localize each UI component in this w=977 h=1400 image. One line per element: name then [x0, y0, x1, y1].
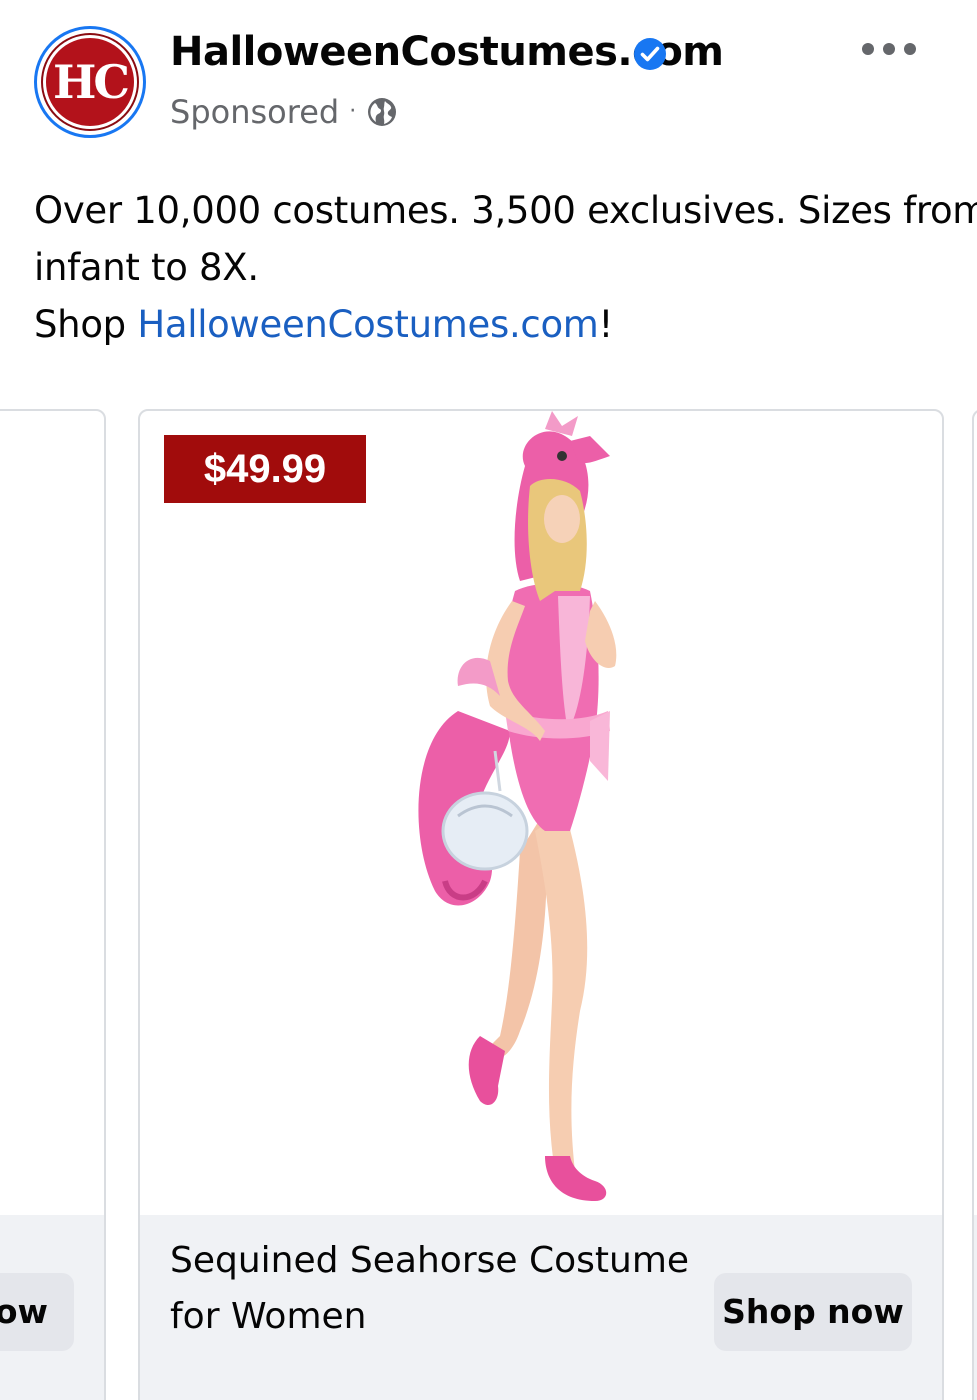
post-text-suffix: !: [598, 303, 614, 346]
more-options-icon[interactable]: [862, 38, 916, 60]
post-text-shop-prefix: Shop: [34, 303, 138, 346]
meta-separator: ·: [349, 99, 357, 124]
verified-badge-icon: [634, 38, 666, 70]
post-text-line-2: infant to 8X.: [34, 246, 259, 289]
carousel-card-previous[interactable]: now: [0, 409, 106, 1400]
post-meta: Sponsored ·: [170, 92, 398, 132]
product-title-line-2: for Women: [170, 1296, 367, 1337]
post-text-line-1: Over 10,000 costumes. 3,500 exclusives. …: [34, 189, 977, 232]
avatar-logo: HC: [43, 35, 137, 129]
post-website-link[interactable]: HalloweenCostumes.com: [137, 303, 599, 346]
more-dot: [862, 43, 874, 55]
avatar-logo-text: HC: [52, 55, 130, 109]
sponsored-label[interactable]: Sponsored: [170, 92, 339, 132]
shop-now-button[interactable]: Shop now: [714, 1273, 912, 1351]
product-title-line-1: Sequined Seahorse Costume: [170, 1240, 690, 1281]
page-avatar[interactable]: HC: [34, 26, 146, 138]
product-title[interactable]: Sequined Seahorse Costume for Women: [170, 1233, 690, 1345]
globe-icon[interactable]: [366, 96, 398, 128]
price-tag: $49.99: [164, 435, 366, 503]
facebook-sponsored-post: HC HalloweenCostumes.com Sponsored · Ove…: [0, 0, 977, 1400]
post-text-line-3: Shop HalloweenCostumes.com!: [34, 296, 977, 353]
carousel-card-next[interactable]: [972, 409, 977, 1400]
shop-now-button-previous[interactable]: now: [0, 1273, 74, 1351]
product-image[interactable]: [340, 411, 740, 1215]
more-dot: [883, 43, 895, 55]
more-dot: [904, 43, 916, 55]
carousel-card-seahorse[interactable]: $49.99 Sequined Seahorse Costume for Wom…: [138, 409, 944, 1400]
post-text: Over 10,000 costumes. 3,500 exclusives. …: [34, 182, 977, 353]
